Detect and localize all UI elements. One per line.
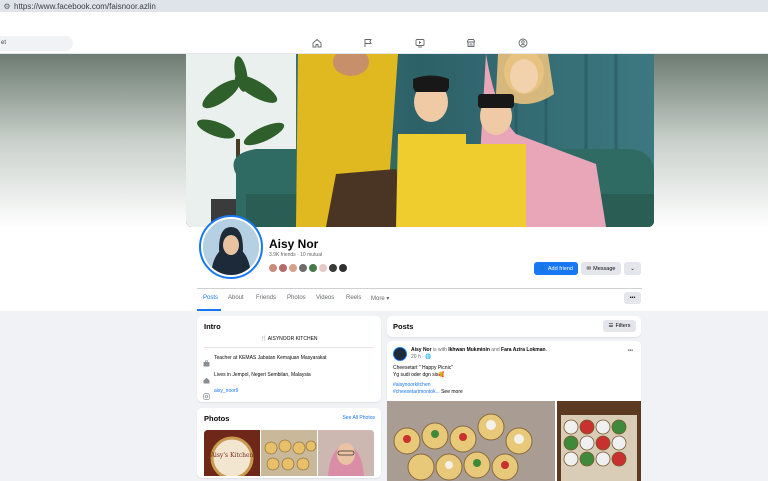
instagram-link[interactable]: aisy_noor9 [214,388,238,394]
chevron-down-icon: ⌄ [630,265,635,272]
browser-url-bar[interactable]: ⚙ https://www.facebook.com/faisnoor.azli… [0,0,768,12]
mutual-friend-avatar[interactable] [308,263,318,273]
mutual-friend-avatar[interactable] [278,263,288,273]
url-text[interactable]: https://www.facebook.com/faisnoor.azlin [14,2,156,11]
mutual-friend-avatar[interactable] [328,263,338,273]
add-friend-icon: 👤 [539,265,546,272]
browser-toolbar-area [0,12,768,33]
post-photo-tarts-box[interactable] [557,401,641,481]
post-hashtag[interactable]: #cheesetartmontok... [393,389,440,395]
post-and-text: and [489,347,502,353]
post-hashtag[interactable]: #aisynoorkitchen [393,382,431,388]
tab-more[interactable]: More ▾ [371,295,389,302]
message-label: Message [593,265,616,272]
mutual-friend-avatar[interactable] [318,263,328,273]
post-options-ellipsis-icon[interactable]: ••• [628,348,633,354]
video-icon[interactable] [414,37,426,49]
post-author-avatar[interactable] [393,347,407,361]
groups-icon[interactable] [517,37,529,49]
posts-title: Posts [393,322,414,331]
photo-thumbnail-selfie[interactable] [318,430,374,476]
mutual-friend-avatar[interactable] [268,263,278,273]
posts-header-card: Posts ☰ Filters [387,316,641,337]
facebook-nav-bar [0,33,768,54]
post-text-line-1: Cheesetart " Happy Picnic" [393,365,453,371]
post-text-line-2: Yg sudi oder dgn sis🥰 [393,372,445,378]
tab-posts[interactable]: Posts [203,295,218,301]
post-hashtag-line: #cheesetartmontok... See more [393,389,463,395]
intro-lives: Lives in Jempol, Negeri Sembilan, Malays… [214,372,311,378]
tab-photos[interactable]: Photos [287,295,306,301]
mutual-friend-avatar[interactable] [338,263,348,273]
home-icon[interactable] [311,37,323,49]
photo-thumbnail-tarts[interactable] [261,430,317,476]
intro-work: Teacher at KEMAS Jabatan Kemajuan Masyar… [214,355,327,361]
tabs-divider [197,288,642,289]
post-with-text: is with [431,347,449,353]
cake-lettering: Aisy's Kitchen [210,452,254,459]
messenger-icon: ✉ [586,265,592,272]
mutual-friend-avatar[interactable] [298,263,308,273]
post-timestamp[interactable]: 20 h · 🌐 [411,354,431,360]
profile-name: Aisy Nor [269,237,319,251]
flag-icon[interactable] [362,37,374,49]
search-input[interactable]: et [0,36,73,51]
add-friend-button[interactable]: 👤 Add friend [534,262,578,275]
instagram-icon [203,387,210,400]
intro-card: Intro 🍴 AISYNOOR KITCHEN Teacher at KEMA… [197,316,381,402]
tab-reels[interactable]: Reels [346,295,361,301]
active-tab-indicator [197,309,221,311]
tab-friends[interactable]: Friends [256,295,276,301]
intro-divider [204,347,374,348]
post-tagged-friend[interactable]: Ikhwan Mukminin [448,347,490,353]
tab-about[interactable]: About [228,295,244,301]
cover-photo[interactable] [186,54,654,227]
site-settings-icon[interactable]: ⚙ [0,2,14,11]
add-friend-label: Add friend [547,265,573,272]
more-actions-dropdown[interactable]: ⌄ [624,262,641,275]
home-icon [203,371,210,384]
see-more-link[interactable]: See more [440,389,463,395]
briefcase-icon [203,354,210,367]
filters-label: Filters [615,323,631,329]
mutual-friend-avatar[interactable] [288,263,298,273]
post-author-name[interactable]: Aisy Nor [411,347,432,353]
profile-avatar[interactable] [199,215,263,279]
marketplace-icon[interactable] [465,37,477,49]
post-card: Aisy Nor is with Ikhwan Mukminin and Far… [387,341,641,481]
tabs-more-options-button[interactable]: ••• [624,292,641,304]
friends-count[interactable]: 3.9K friends · 10 mutual [269,252,322,258]
filter-icon: ☰ [608,323,614,329]
intro-bio: 🍴 AISYNOOR KITCHEN [260,336,318,342]
photos-title: Photos [204,414,230,423]
ellipsis-icon: ••• [629,295,636,301]
filters-button[interactable]: ☰ Filters [603,320,636,332]
post-header-line: Aisy Nor is with Ikhwan Mukminin and Far… [411,347,547,353]
tab-videos[interactable]: Videos [316,295,334,301]
post-photo-cupcakes[interactable] [387,401,555,481]
post-tagged-friend[interactable]: Fara Azira Lokman [501,347,546,353]
message-button[interactable]: ✉ Message [581,262,621,275]
intro-title: Intro [204,322,221,331]
photo-thumbnail-cake[interactable]: Aisy's Kitchen [204,430,260,476]
see-all-photos-link[interactable]: See All Photos [342,415,375,421]
